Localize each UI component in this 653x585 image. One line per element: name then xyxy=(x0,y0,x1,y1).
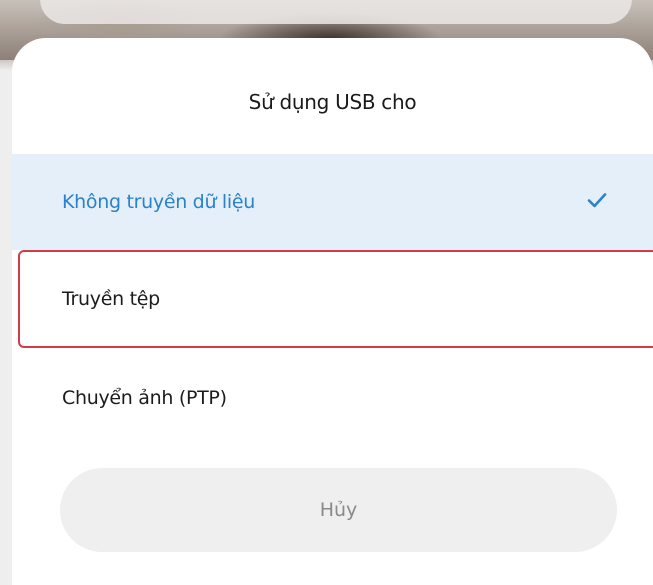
option-photo-transfer-ptp[interactable]: Chuyển ảnh (PTP) xyxy=(12,350,653,446)
screen: Sử dụng USB cho Không truyền dữ liệu Tru… xyxy=(0,0,653,585)
option-label: Chuyển ảnh (PTP) xyxy=(62,387,227,409)
background-panel xyxy=(40,0,632,24)
usb-mode-bottom-sheet: Sử dụng USB cho Không truyền dữ liệu Tru… xyxy=(12,38,653,585)
cancel-label: Hủy xyxy=(319,499,358,521)
option-file-transfer[interactable]: Truyền tệp xyxy=(18,250,653,348)
option-no-data-transfer[interactable]: Không truyền dữ liệu xyxy=(12,154,653,250)
cancel-button[interactable]: Hủy xyxy=(60,468,617,552)
option-label: Không truyền dữ liệu xyxy=(62,191,256,213)
option-label: Truyền tệp xyxy=(62,288,160,310)
checkmark-icon xyxy=(587,193,607,208)
dialog-title: Sử dụng USB cho xyxy=(248,90,417,114)
